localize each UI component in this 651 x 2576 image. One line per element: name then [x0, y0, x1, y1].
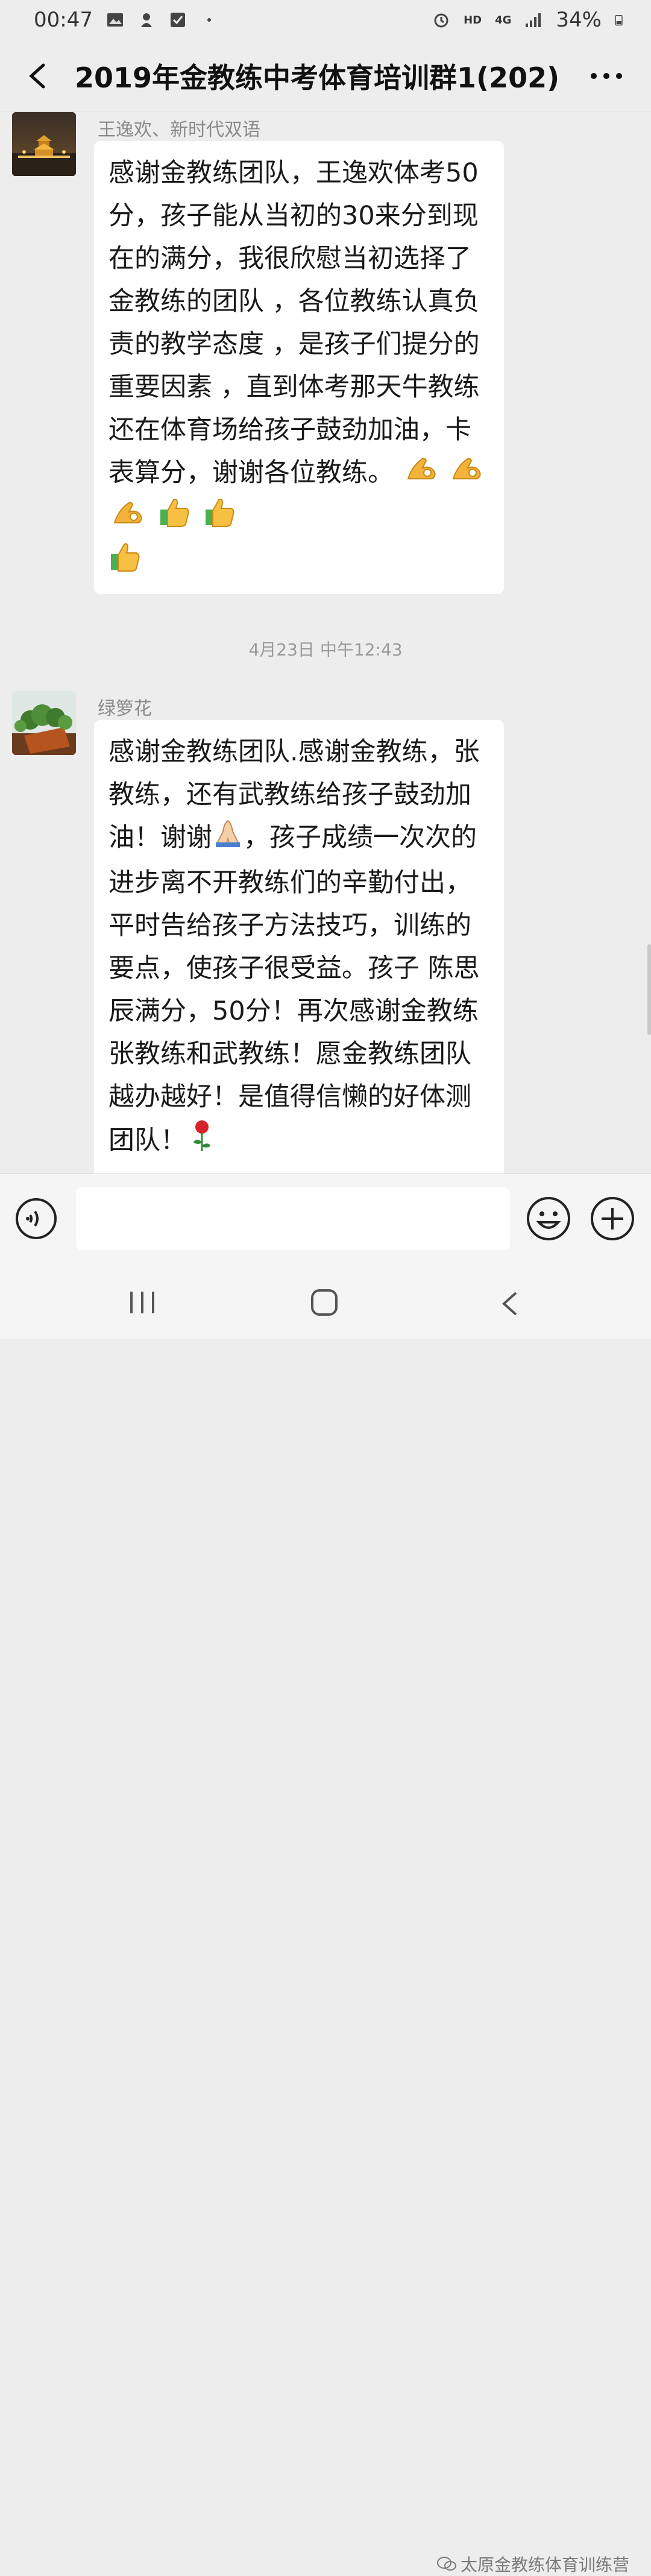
message-bubble[interactable]: 感谢金教练团队.感谢金教练，张教练，还有武教练给孩子鼓劲加油！谢谢 ，孩子成绩一次…	[94, 720, 504, 1173]
status-bar-right: HD 4G 34%	[432, 8, 627, 32]
thumbs-up-icon	[158, 496, 192, 541]
thumbs-up-icon	[108, 541, 142, 586]
wechat-icon	[437, 2557, 456, 2571]
smiley-icon	[527, 1197, 570, 1240]
hd-indicator: HD	[464, 13, 482, 27]
rose-icon	[190, 1119, 214, 1166]
ok-hand-icon	[406, 453, 439, 496]
more-icon	[591, 73, 622, 79]
recent-apps-button[interactable]	[127, 1290, 159, 1315]
avatar-plant-icon	[12, 691, 76, 755]
chat-messages[interactable]: 王逸欢、新时代双语 感谢金教练团队，王逸欢体考50分，孩子能从当初的30来分到现…	[0, 112, 651, 1173]
ok-hand-icon	[451, 453, 485, 496]
voice-icon	[16, 1198, 57, 1239]
sender-name: 王逸欢、新时代双语	[98, 119, 260, 140]
input-bar	[0, 1173, 651, 1264]
emoji-button[interactable]	[526, 1196, 571, 1242]
home-icon	[311, 1289, 338, 1316]
watermark-text: 太原金教练体育训练营	[461, 2555, 630, 2575]
alarm-icon	[434, 13, 448, 28]
back-button[interactable]	[19, 58, 55, 94]
signal-icon	[526, 13, 541, 27]
voice-button[interactable]	[14, 1197, 58, 1240]
status-bar-left: 00:47	[34, 8, 218, 32]
chevron-left-icon	[29, 63, 45, 88]
sender-name: 绿箩花	[98, 698, 152, 719]
status-time: 00:47	[34, 8, 93, 32]
chat-header: 2019年金教练中考体育培训群1(202)	[0, 40, 651, 112]
app-notification-icon	[140, 13, 152, 27]
status-bar: 00:47 HD 4G 34%	[0, 0, 651, 40]
home-button[interactable]	[310, 1288, 339, 1317]
watermark: 太原金教练体育训练营	[436, 2552, 629, 2576]
chat-title: 2019年金教练中考体育培训群1(202)	[75, 61, 560, 94]
ok-hand-icon	[112, 497, 146, 540]
system-back-button[interactable]	[498, 1290, 522, 1317]
message-text-part-2: ，孩子成绩一次次的进步离不开教练们的辛勤付出，平时告给孩子方法技巧，训练的要点，…	[108, 822, 480, 1155]
scrollbar[interactable]	[647, 944, 651, 1035]
gallery-icon	[107, 13, 123, 27]
avatar-pagoda-icon	[12, 112, 76, 176]
praying-hands-icon	[212, 817, 244, 862]
plus-button[interactable]	[590, 1196, 635, 1242]
message-input[interactable]	[76, 1187, 510, 1250]
thumbs-up-icon	[203, 496, 237, 541]
recent-apps-icon	[130, 1292, 154, 1313]
system-nav-bar: 太原金教练体育训练营	[0, 1264, 651, 2575]
dot-icon	[207, 18, 211, 22]
battery-percent: 34%	[556, 8, 602, 32]
checkbox-icon	[170, 13, 185, 27]
sender-avatar[interactable]	[12, 112, 76, 176]
sender-avatar[interactable]	[12, 691, 76, 755]
message-timestamp: 4月23日 中午12:43	[248, 640, 403, 660]
message-text: 感谢金教练团队，王逸欢体考50分，孩子能从当初的30来分到现在的满分，我很欣慰当…	[108, 158, 480, 488]
more-button[interactable]	[588, 58, 624, 94]
system-back-icon	[502, 1292, 517, 1316]
battery-icon	[615, 15, 623, 26]
message-bubble[interactable]: 感谢金教练团队，王逸欢体考50分，孩子能从当初的30来分到现在的满分，我很欣慰当…	[94, 141, 504, 594]
4g-indicator: 4G	[495, 13, 512, 27]
plus-icon	[591, 1197, 634, 1240]
